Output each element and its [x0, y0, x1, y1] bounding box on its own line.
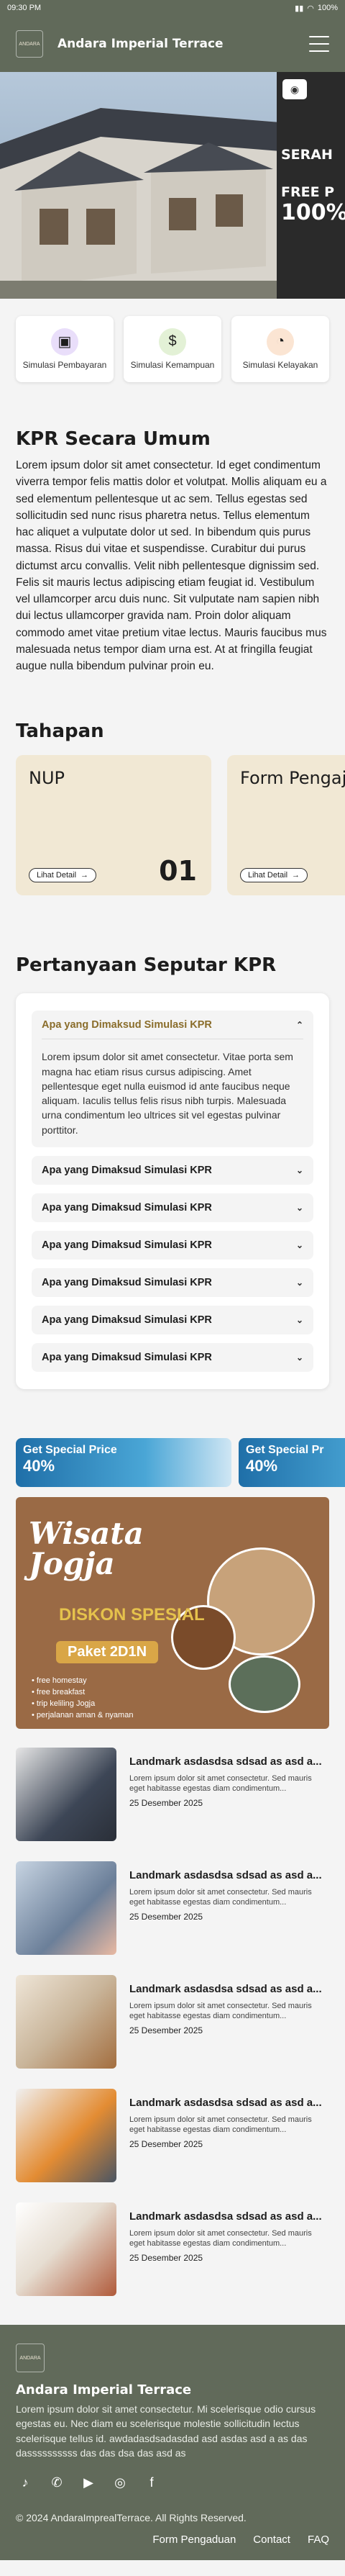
- copyright-text: © 2024 AndaraImprealTerrace. All Rights …: [16, 2512, 247, 2524]
- site-footer: ANDARA Andara Imperial Terrace Lorem ips…: [0, 2325, 345, 2561]
- promo-line-1: SERAH: [281, 147, 333, 163]
- faq-question[interactable]: Apa yang Dimaksud Simulasi KPR ⌃: [42, 1011, 303, 1040]
- faq-item[interactable]: Apa yang Dimaksud Simulasi KPR ⌄: [32, 1268, 313, 1298]
- sim-label: Simulasi Pembayaran: [22, 359, 107, 370]
- page: 09:30 PM ▮▮ ◠ 100% ANDARA Andara Imperia…: [0, 0, 345, 2561]
- stage-card[interactable]: NUP Lihat Detail → 01: [16, 755, 211, 896]
- stage-detail-button[interactable]: Lihat Detail →: [240, 868, 308, 883]
- app-header: ANDARA Andara Imperial Terrace: [0, 16, 345, 72]
- chevron-up-icon: ⌃: [295, 1019, 303, 1030]
- wisata-jogja-banner[interactable]: Wisata Jogja DISKON SPESIAL Paket 2D1N •…: [16, 1497, 329, 1730]
- pie-chart-icon: ◔: [267, 327, 294, 356]
- kpr-section-title: KPR Secara Umum: [16, 428, 211, 450]
- stage-detail-button[interactable]: Lihat Detail →: [29, 868, 97, 883]
- hero-banner[interactable]: ◉ SERAH FREE P 100%: [0, 72, 345, 299]
- footer-brand-name: Andara Imperial Terrace: [16, 2382, 192, 2398]
- whatsapp-icon[interactable]: ✆: [47, 2473, 66, 2492]
- article-thumbnail: [16, 1748, 116, 1842]
- sim-label: Simulasi Kemampuan: [130, 359, 215, 370]
- article-item[interactable]: Landmark asdasdsa sdsad as asd a... Lorem…: [16, 2089, 329, 2183]
- promo-banner[interactable]: Get Special Price 40%: [16, 1438, 231, 1488]
- promo-banner-carousel[interactable]: Get Special Price 40% Get Special Pr 40%: [0, 1438, 345, 1488]
- wisata-paket: Paket 2D1N: [56, 1641, 159, 1664]
- battery-label: 100%: [317, 4, 338, 12]
- hamburger-menu-button[interactable]: [309, 36, 329, 52]
- promo-banner[interactable]: Get Special Pr 40%: [239, 1438, 345, 1488]
- simulasi-kemampuan-card[interactable]: $ Simulasi Kemampuan: [124, 316, 221, 382]
- stage-card[interactable]: Form Pengajuan Lihat Detail → 02: [227, 755, 345, 896]
- facebook-icon[interactable]: f: [142, 2473, 161, 2492]
- camera-icon: ◉: [282, 79, 307, 99]
- faq-accordion: Apa yang Dimaksud Simulasi KPR ⌃ Lorem i…: [16, 993, 329, 1390]
- chevron-down-icon: ⌄: [295, 1278, 303, 1288]
- wisata-title: Wisata Jogja: [29, 1516, 144, 1582]
- tahapan-section-title: Tahapan: [16, 720, 104, 743]
- footer-link-faq[interactable]: FAQ: [308, 2534, 329, 2546]
- footer-link-contact[interactable]: Contact: [253, 2534, 290, 2546]
- faq-answer: Lorem ipsum dolor sit amet consectetur. …: [42, 1051, 293, 1136]
- kpr-description: Lorem ipsum dolor sit amet consectetur. …: [16, 459, 327, 672]
- stage-number: 01: [159, 855, 197, 887]
- faq-item[interactable]: Apa yang Dimaksud Simulasi KPR ⌄: [32, 1193, 313, 1223]
- chevron-down-icon: ⌄: [295, 1352, 303, 1363]
- wisata-features: • free homestay • free breakfast • trip …: [32, 1676, 134, 1719]
- stages-carousel[interactable]: NUP Lihat Detail → 01 Form Pengajuan Lih…: [0, 742, 345, 896]
- status-bar: 09:30 PM ▮▮ ◠ 100%: [0, 0, 345, 16]
- article-thumbnail: [16, 2089, 116, 2183]
- instagram-icon[interactable]: ◎: [111, 2473, 129, 2492]
- article-list: Landmark asdasdsa sdsad as asd a... Lorem…: [0, 1729, 345, 2297]
- article-item[interactable]: Landmark asdasdsa sdsad as asd a... Lorem…: [16, 1975, 329, 2069]
- sim-label: Simulasi Kelayakan: [242, 359, 318, 370]
- arrow-right-icon: →: [292, 871, 300, 880]
- wallet-icon: ▣: [51, 327, 78, 356]
- temple-photo: [229, 1655, 300, 1714]
- money-bag-icon: $: [159, 327, 186, 356]
- article-item[interactable]: Landmark asdasdsa sdsad as asd a... Lorem…: [16, 1861, 329, 1956]
- tiktok-icon[interactable]: ♪: [16, 2473, 34, 2492]
- simulasi-pembayaran-card[interactable]: ▣ Simulasi Pembayaran: [16, 316, 114, 382]
- townhouse-illustration: [0, 108, 280, 299]
- footer-link-form-pengaduan[interactable]: Form Pengaduan: [152, 2534, 236, 2546]
- article-thumbnail: [16, 1861, 116, 1956]
- article-thumbnail: [16, 1975, 116, 2069]
- faq-item[interactable]: Apa yang Dimaksud Simulasi KPR ⌄: [32, 1231, 313, 1260]
- faq-item-expanded: Apa yang Dimaksud Simulasi KPR ⌃ Lorem i…: [32, 1011, 313, 1148]
- faq-item[interactable]: Apa yang Dimaksud Simulasi KPR ⌄: [32, 1306, 313, 1335]
- social-links: ♪ ✆ ▶ ◎ f: [16, 2473, 329, 2492]
- arrow-right-icon: →: [80, 871, 89, 880]
- signal-icon: ▮▮: [295, 4, 304, 13]
- footer-description: Lorem ipsum dolor sit amet consectetur. …: [16, 2403, 316, 2459]
- article-thumbnail: [16, 2202, 116, 2297]
- chevron-down-icon: ⌄: [295, 1315, 303, 1326]
- faq-section-title: Pertanyaan Seputar KPR: [16, 954, 277, 977]
- status-time: 09:30 PM: [7, 4, 42, 12]
- hero-promo-panel: ◉ SERAH FREE P 100%: [277, 72, 345, 299]
- brand-name: Andara Imperial Terrace: [58, 37, 224, 51]
- wisata-diskon: DISKON SPESIAL: [59, 1605, 205, 1625]
- youtube-icon[interactable]: ▶: [79, 2473, 98, 2492]
- promo-line-2: FREE P: [281, 184, 335, 200]
- simulasi-kelayakan-card[interactable]: ◔ Simulasi Kelayakan: [231, 316, 329, 382]
- footer-links: Form Pengaduan Contact FAQ: [16, 2534, 329, 2546]
- simulation-cards: ▣ Simulasi Pembayaran $ Simulasi Kemampu…: [0, 316, 345, 382]
- wifi-icon: ◠: [307, 4, 314, 13]
- chevron-down-icon: ⌄: [295, 1165, 303, 1176]
- chevron-down-icon: ⌄: [295, 1203, 303, 1214]
- faq-item[interactable]: Apa yang Dimaksud Simulasi KPR ⌄: [32, 1156, 313, 1185]
- promo-line-3: 100%: [281, 200, 345, 225]
- article-item[interactable]: Landmark asdasdsa sdsad as asd a... Lorem…: [16, 1748, 329, 1842]
- faq-item[interactable]: Apa yang Dimaksud Simulasi KPR ⌄: [32, 1343, 313, 1373]
- brand-logo[interactable]: ANDARA: [16, 30, 43, 58]
- article-item[interactable]: Landmark asdasdsa sdsad as asd a... Lorem…: [16, 2202, 329, 2297]
- footer-logo[interactable]: ANDARA: [16, 2344, 45, 2373]
- chevron-down-icon: ⌄: [295, 1240, 303, 1251]
- status-icons: ▮▮ ◠ 100%: [295, 4, 338, 13]
- stage-name: NUP: [29, 768, 65, 789]
- stage-name: Form Pengajuan: [240, 768, 345, 789]
